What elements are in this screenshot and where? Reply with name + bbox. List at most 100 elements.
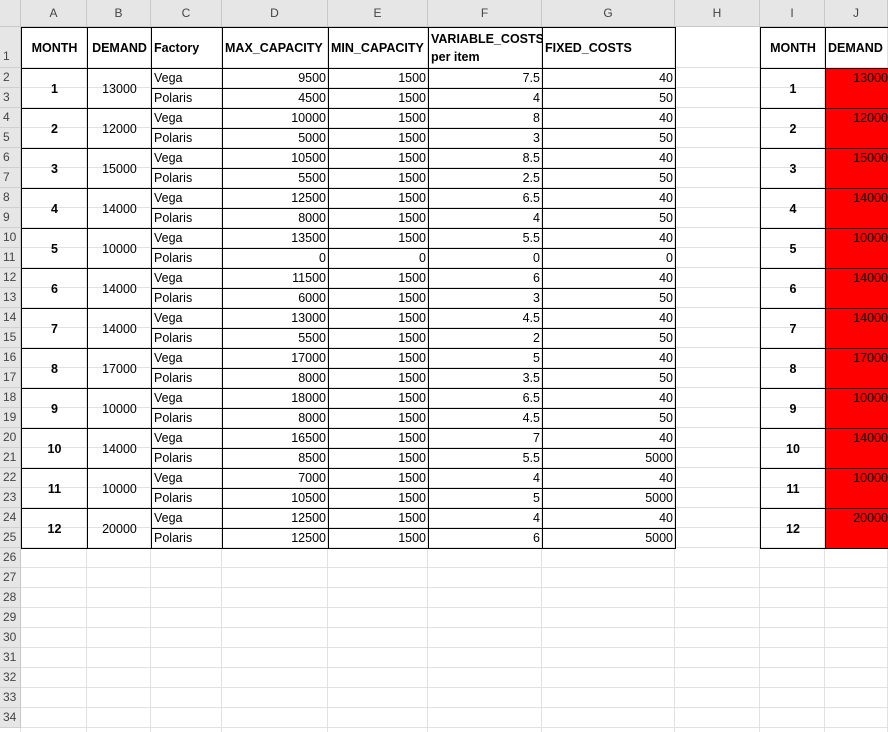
right-month-cell[interactable]: 3: [760, 148, 826, 189]
fixed-cost-cell[interactable]: 50: [542, 408, 676, 429]
right-month-cell[interactable]: 2: [760, 108, 826, 149]
right-demand-cell[interactable]: 14000: [825, 268, 888, 309]
right-month-cell[interactable]: 4: [760, 188, 826, 229]
max-capacity-cell[interactable]: 9500: [222, 68, 329, 89]
min-capacity-cell[interactable]: 1500: [328, 188, 429, 209]
right-header-month[interactable]: MONTH: [760, 27, 826, 69]
fixed-cost-cell[interactable]: 50: [542, 208, 676, 229]
factory-cell[interactable]: Polaris: [151, 248, 223, 269]
variable-cost-cell[interactable]: 6: [428, 528, 543, 549]
variable-cost-cell[interactable]: 6.5: [428, 388, 543, 409]
row-header-12[interactable]: 12: [0, 268, 21, 288]
variable-cost-cell[interactable]: 4: [428, 508, 543, 529]
month-cell[interactable]: 3: [21, 148, 88, 189]
factory-cell[interactable]: Polaris: [151, 208, 223, 229]
row-header-20[interactable]: 20: [0, 428, 21, 448]
row-header-5[interactable]: 5: [0, 128, 21, 148]
fixed-cost-cell[interactable]: 40: [542, 468, 676, 489]
row-header-1[interactable]: 1: [0, 27, 21, 68]
factory-cell[interactable]: Polaris: [151, 328, 223, 349]
max-capacity-cell[interactable]: 13000: [222, 308, 329, 329]
max-capacity-cell[interactable]: 8000: [222, 368, 329, 389]
factory-cell[interactable]: Polaris: [151, 288, 223, 309]
right-demand-cell[interactable]: 12000: [825, 108, 888, 149]
column-header-a[interactable]: A: [21, 0, 87, 27]
min-capacity-cell[interactable]: 1500: [328, 168, 429, 189]
row-header-16[interactable]: 16: [0, 348, 21, 368]
variable-cost-cell[interactable]: 0: [428, 248, 543, 269]
demand-cell[interactable]: 20000: [87, 508, 152, 549]
variable-cost-cell[interactable]: 4.5: [428, 308, 543, 329]
fixed-cost-cell[interactable]: 40: [542, 68, 676, 89]
column-header-h[interactable]: H: [675, 0, 760, 27]
min-capacity-cell[interactable]: 1500: [328, 288, 429, 309]
min-capacity-cell[interactable]: 1500: [328, 348, 429, 369]
variable-cost-cell[interactable]: 4: [428, 468, 543, 489]
column-header-g[interactable]: G: [542, 0, 675, 27]
min-capacity-cell[interactable]: 1500: [328, 268, 429, 289]
fixed-cost-cell[interactable]: 40: [542, 388, 676, 409]
right-header-demand[interactable]: DEMAND: [825, 27, 888, 69]
factory-cell[interactable]: Vega: [151, 188, 223, 209]
min-capacity-cell[interactable]: 0: [328, 248, 429, 269]
min-capacity-cell[interactable]: 1500: [328, 308, 429, 329]
month-cell[interactable]: 4: [21, 188, 88, 229]
demand-cell[interactable]: 14000: [87, 308, 152, 349]
variable-cost-cell[interactable]: 2: [428, 328, 543, 349]
month-cell[interactable]: 5: [21, 228, 88, 269]
factory-cell[interactable]: Polaris: [151, 368, 223, 389]
row-header-17[interactable]: 17: [0, 368, 21, 388]
min-capacity-cell[interactable]: 1500: [328, 88, 429, 109]
header-max-capacity[interactable]: MAX_CAPACITY: [222, 27, 329, 69]
demand-cell[interactable]: 14000: [87, 268, 152, 309]
variable-cost-cell[interactable]: 3: [428, 288, 543, 309]
header-fixed-costs[interactable]: FIXED_COSTS: [542, 27, 676, 69]
row-header-31[interactable]: 31: [0, 648, 21, 668]
right-demand-cell[interactable]: 14000: [825, 428, 888, 469]
min-capacity-cell[interactable]: 1500: [328, 108, 429, 129]
min-capacity-cell[interactable]: 1500: [328, 468, 429, 489]
variable-cost-cell[interactable]: 3.5: [428, 368, 543, 389]
row-header-26[interactable]: 26: [0, 548, 21, 568]
row-header-7[interactable]: 7: [0, 168, 21, 188]
month-cell[interactable]: 7: [21, 308, 88, 349]
variable-cost-cell[interactable]: 4: [428, 208, 543, 229]
demand-cell[interactable]: 10000: [87, 388, 152, 429]
row-header-33[interactable]: 33: [0, 688, 21, 708]
max-capacity-cell[interactable]: 18000: [222, 388, 329, 409]
max-capacity-cell[interactable]: 7000: [222, 468, 329, 489]
fixed-cost-cell[interactable]: 50: [542, 368, 676, 389]
right-demand-cell[interactable]: 20000: [825, 508, 888, 549]
fixed-cost-cell[interactable]: 0: [542, 248, 676, 269]
variable-cost-cell[interactable]: 6.5: [428, 188, 543, 209]
row-header-13[interactable]: 13: [0, 288, 21, 308]
max-capacity-cell[interactable]: 6000: [222, 288, 329, 309]
fixed-cost-cell[interactable]: 5000: [542, 528, 676, 549]
right-demand-cell[interactable]: 13000: [825, 68, 888, 109]
factory-cell[interactable]: Vega: [151, 508, 223, 529]
min-capacity-cell[interactable]: 1500: [328, 368, 429, 389]
row-header-23[interactable]: 23: [0, 488, 21, 508]
variable-cost-cell[interactable]: 4: [428, 88, 543, 109]
max-capacity-cell[interactable]: 8000: [222, 208, 329, 229]
variable-cost-cell[interactable]: 5.5: [428, 448, 543, 469]
factory-cell[interactable]: Vega: [151, 348, 223, 369]
fixed-cost-cell[interactable]: 5000: [542, 448, 676, 469]
month-cell[interactable]: 2: [21, 108, 88, 149]
header-month[interactable]: MONTH: [21, 27, 88, 69]
right-demand-cell[interactable]: 14000: [825, 188, 888, 229]
variable-cost-cell[interactable]: 8.5: [428, 148, 543, 169]
max-capacity-cell[interactable]: 17000: [222, 348, 329, 369]
right-demand-cell[interactable]: 10000: [825, 468, 888, 509]
month-cell[interactable]: 9: [21, 388, 88, 429]
header-variable-costs[interactable]: VARIABLE_COSTS per item: [428, 27, 543, 69]
fixed-cost-cell[interactable]: 50: [542, 88, 676, 109]
row-header-25[interactable]: 25: [0, 528, 21, 548]
right-month-cell[interactable]: 9: [760, 388, 826, 429]
factory-cell[interactable]: Vega: [151, 108, 223, 129]
factory-cell[interactable]: Polaris: [151, 168, 223, 189]
factory-cell[interactable]: Vega: [151, 428, 223, 449]
min-capacity-cell[interactable]: 1500: [328, 148, 429, 169]
min-capacity-cell[interactable]: 1500: [328, 228, 429, 249]
factory-cell[interactable]: Vega: [151, 228, 223, 249]
